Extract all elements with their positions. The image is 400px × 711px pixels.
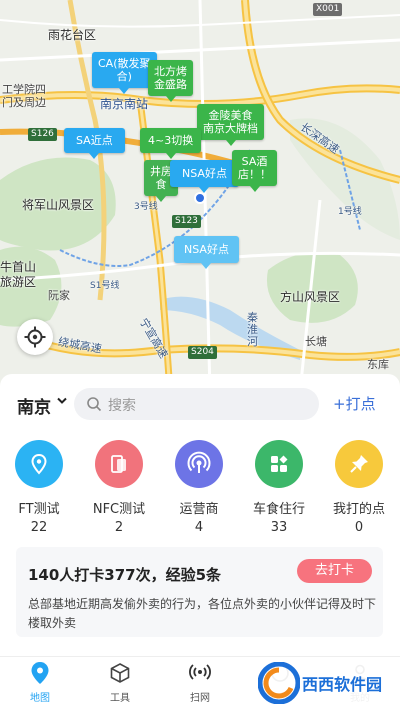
search-input[interactable]: 搜索 [74,388,319,420]
category-count: 0 [354,520,364,535]
map-label-yuhuatai: 雨花台区 [48,28,97,42]
go-checkin-button[interactable]: 去打卡 [297,559,372,583]
watermark-text: 西西软件园 [302,675,383,694]
location-pin-icon [15,440,63,488]
tab-tools[interactable]: 工具 [90,661,150,704]
category-my-points[interactable]: 我打的点 0 [323,440,395,535]
map-label-nanjing-south: 南京南站 [100,97,149,111]
map-label-changtang: 长塘 [305,335,327,348]
cube-icon [110,663,130,683]
map-pin-ca[interactable]: CA(散发聚 合) [92,52,157,94]
signal-tower-icon [175,440,223,488]
map-label-dongku: 东库 [367,358,389,371]
category-operator[interactable]: 运营商 4 [163,440,235,535]
category-label: NFC测试 [92,502,146,517]
map-label-metro-3: 3号线 [134,202,158,212]
tab-scan[interactable]: 扫网 [170,661,230,704]
category-label: 我打的点 [332,502,385,517]
tab-label: 工具 [110,693,130,704]
map-pin-sa-near[interactable]: SA近点 [64,128,125,159]
category-life[interactable]: 车食住行 33 [243,440,315,535]
chevron-down-icon[interactable] [57,397,67,405]
search-icon [87,397,102,412]
map-label-gongyuan: 工学院四 门及周边 [2,83,46,109]
scan-icon [189,664,211,680]
locate-button[interactable] [17,319,53,355]
map-label-metro-1: 1号线 [338,207,362,217]
road-sign-s123: S123 [172,215,201,228]
category-count: 2 [114,520,124,535]
category-ft-test[interactable]: FT测试 22 [3,440,75,535]
checkin-summary-text: 总部基地近期高发偷外卖的行为，各位点外卖的小伙伴记得及时下楼取外卖 [28,597,377,630]
map-pin-jinling[interactable]: 金陵美食 南京大牌档 [197,104,264,146]
category-count: 33 [270,520,288,535]
plus-icon: + [333,395,346,413]
road-sign-s204: S204 [188,346,217,359]
grid-icon [255,440,303,488]
add-checkin-button[interactable]: +打点 [333,393,376,414]
checkin-summary-title: 140人打卡377次，经验5条 [28,566,222,584]
tab-label: 地图 [30,693,50,704]
road-sign-s126: S126 [28,128,57,141]
map-pin-north[interactable]: 北方烤 金盛路 [148,60,193,102]
category-row: FT测试 22 NFC测试 2 运营商 4 车食住行 33 我打的点 0 [0,440,400,540]
tab-map[interactable]: 地图 [10,661,70,704]
crosshair-icon [24,326,46,348]
push-pin-icon [335,440,383,488]
tab-label: 扫网 [190,693,210,704]
map-label-jiangjunshan: 将军山风景区 [22,198,95,212]
city-selector[interactable]: 南京 [17,393,51,418]
map-pin-nsa-good-2[interactable]: NSA好点 [174,236,239,269]
bottom-tab-bar: 地图 工具 扫网 打圈 [0,656,400,711]
category-label: 运营商 [179,502,219,517]
map-label-fangshan: 方山风景区 [280,290,341,304]
map-label-ruancun: 阮家 [48,289,70,302]
bottom-sheet: 南京 搜索 +打点 FT测试 22 NFC测试 2 运营商 4 车食住行 33 … [0,374,400,656]
site-logo-icon [258,662,300,704]
phone-card-icon [95,440,143,488]
category-count: 4 [194,520,204,535]
category-nfc-test[interactable]: NFC测试 2 [83,440,155,535]
search-row: 南京 搜索 +打点 [0,386,400,422]
category-label: FT测试 [18,502,60,517]
map-pin-nsa-good[interactable]: NSA好点 [170,160,239,193]
checkin-summary-card: 140人打卡377次，经验5条 去打卡 总部基地近期高发偷外卖的行为，各位点外卖… [16,547,383,637]
map-label-qinhuai: 秦淮河 [247,311,258,348]
category-count: 22 [30,520,48,535]
map-label-metro-s1: S1号线 [90,281,120,291]
search-placeholder: 搜索 [108,398,136,414]
category-label: 车食住行 [252,502,305,517]
map-pin-sa-hotel[interactable]: SA酒 店！！ [232,150,277,192]
road-sign-x001: X001 [313,3,343,16]
map-label-niushoushan: 牛首山旅游区 [0,260,37,289]
map-pin-icon [31,662,49,684]
map-pin-switch[interactable]: 4~3切换 [140,128,202,159]
map-view[interactable]: 雨花台区 工学院四 门及周边 南京南站 将军山风景区 牛首山旅游区 阮家 方山风… [0,0,400,392]
add-checkin-label: 打点 [345,395,376,413]
watermark-badge: 西西软件园 [258,661,384,705]
